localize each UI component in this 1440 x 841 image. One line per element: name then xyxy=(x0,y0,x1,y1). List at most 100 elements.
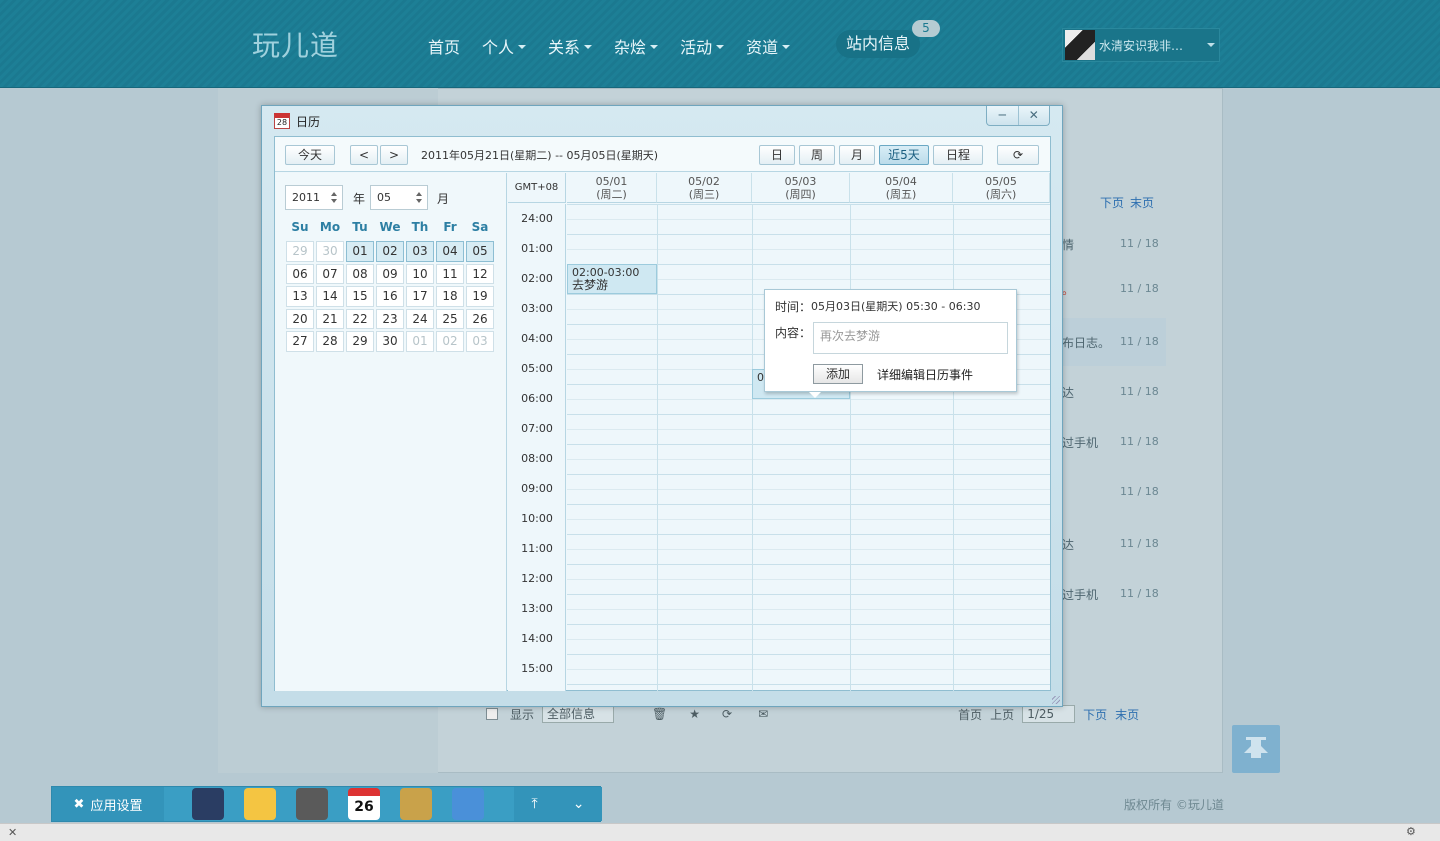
month-select[interactable]: 05 xyxy=(370,185,428,210)
mail-icon[interactable]: ✉ xyxy=(758,707,768,721)
view-button-4[interactable]: 日程 xyxy=(933,145,983,165)
last-page-link-top[interactable]: 末页 xyxy=(1130,194,1154,211)
mini-calendar-day[interactable]: 30 xyxy=(376,331,404,352)
app-settings-button[interactable]: ✖ 应用设置 xyxy=(52,787,164,821)
mini-calendar-day[interactable]: 19 xyxy=(466,286,494,307)
column-divider xyxy=(953,204,954,691)
mini-calendar-day[interactable]: 15 xyxy=(346,286,374,307)
user-menu[interactable]: 水清安识我非… xyxy=(1062,28,1220,62)
add-event-button[interactable]: 添加 xyxy=(813,364,863,384)
column-date: 05/03 xyxy=(784,175,817,188)
mini-calendar-day[interactable]: 17 xyxy=(406,286,434,307)
refresh-icon[interactable]: ⟳ xyxy=(997,145,1039,165)
nav-item-messages[interactable]: 站内信息 xyxy=(836,30,921,58)
last-page-link[interactable]: 末页 xyxy=(1115,706,1139,723)
dock-top-icon[interactable]: ⤒ xyxy=(532,796,538,812)
close-status-icon[interactable]: ✕ xyxy=(8,826,17,839)
mini-calendar-day[interactable]: 18 xyxy=(436,286,464,307)
mini-calendar-day[interactable]: 03 xyxy=(406,241,434,262)
first-page-link[interactable]: 首页 xyxy=(958,706,982,723)
nav-item-label: 个人 xyxy=(482,38,515,57)
mini-calendar-day[interactable]: 02 xyxy=(376,241,404,262)
mini-calendar-day[interactable]: 01 xyxy=(346,241,374,262)
site-logo[interactable]: 玩儿道 xyxy=(252,24,339,64)
mini-calendar-day[interactable]: 20 xyxy=(286,308,314,330)
mini-calendar-day[interactable]: 11 xyxy=(436,263,464,285)
year-select[interactable]: 2011 xyxy=(285,185,343,210)
mini-calendar-day[interactable]: 06 xyxy=(286,263,314,285)
time-grid[interactable]: 02:00-03:00去梦游05:30-06:30 xyxy=(567,204,1050,691)
mini-calendar-day[interactable]: 09 xyxy=(376,263,404,285)
mini-calendar-day[interactable]: 07 xyxy=(316,263,344,285)
mini-calendar-day[interactable]: 04 xyxy=(436,241,464,262)
nav-item-3[interactable]: 杂烩 xyxy=(614,34,659,58)
mini-calendar-day[interactable]: 01 xyxy=(406,331,434,352)
dialog-titlebar[interactable]: 28 日历 xyxy=(274,110,320,132)
prev-page-link[interactable]: 上页 xyxy=(990,706,1014,723)
widgets-app-icon[interactable] xyxy=(296,788,328,820)
day-column-header[interactable]: 05/05 (周六) xyxy=(953,173,1050,203)
mini-calendar-day[interactable]: 10 xyxy=(406,263,434,285)
prev-range-button[interactable]: < xyxy=(350,145,378,165)
mini-calendar-day[interactable]: 24 xyxy=(406,308,434,330)
select-all-checkbox[interactable] xyxy=(486,708,498,720)
minimize-button[interactable]: ─ xyxy=(987,106,1018,125)
chevron-down-icon xyxy=(650,45,659,49)
refresh-icon[interactable]: ⟳ xyxy=(722,707,732,721)
next-page-link[interactable]: 下页 xyxy=(1083,706,1107,723)
day-column-header[interactable]: 05/01 (周二) xyxy=(567,173,657,203)
nav-item-1[interactable]: 个人 xyxy=(482,34,527,58)
calendar-event[interactable]: 02:00-03:00 去梦游 xyxy=(567,264,657,294)
mini-calendar-day[interactable]: 23 xyxy=(376,308,404,330)
chevron-down-icon xyxy=(518,45,527,49)
nav-item-4[interactable]: 活动 xyxy=(680,34,725,58)
mini-calendar-day[interactable]: 03 xyxy=(466,331,494,352)
close-button[interactable]: ✕ xyxy=(1017,106,1050,125)
photos-app-icon[interactable] xyxy=(452,788,484,820)
event-content-input[interactable]: 再次去梦游 xyxy=(813,322,1008,354)
mini-calendar-day[interactable]: 05 xyxy=(466,241,494,262)
next-range-button[interactable]: > xyxy=(380,145,408,165)
mini-calendar-day[interactable]: 13 xyxy=(286,286,314,307)
hour-label: 05:00 xyxy=(521,362,553,375)
mini-calendar-day[interactable]: 12 xyxy=(466,263,494,285)
mini-calendar-day[interactable]: 29 xyxy=(286,241,314,262)
mini-calendar-day[interactable]: 28 xyxy=(316,331,344,352)
mini-calendar-day[interactable]: 08 xyxy=(346,263,374,285)
next-page-link-top[interactable]: 下页 xyxy=(1100,194,1124,211)
mini-calendar-day[interactable]: 29 xyxy=(346,331,374,352)
detail-edit-link[interactable]: 详细编辑日历事件 xyxy=(877,366,973,383)
mini-calendar-day[interactable]: 26 xyxy=(466,308,494,330)
calculator-app-icon[interactable] xyxy=(192,788,224,820)
mini-calendar-day[interactable]: 16 xyxy=(376,286,404,307)
page-select[interactable]: 1/25 xyxy=(1022,705,1076,723)
day-column-header[interactable]: 05/02 (周三) xyxy=(657,173,752,203)
filter-select[interactable]: 全部信息 xyxy=(542,705,615,723)
trash-icon[interactable]: 🗑 xyxy=(652,707,667,721)
mini-calendar-day[interactable]: 14 xyxy=(316,286,344,307)
mini-calendar-day[interactable]: 02 xyxy=(436,331,464,352)
mini-calendar-day[interactable]: 22 xyxy=(346,308,374,330)
hour-label: 14:00 xyxy=(521,632,553,645)
nav-item-5[interactable]: 资道 xyxy=(746,34,791,58)
today-button[interactable]: 今天 xyxy=(285,145,335,165)
notes-app-icon[interactable] xyxy=(400,788,432,820)
day-column-header[interactable]: 05/04 (周五) xyxy=(850,173,953,203)
resize-handle[interactable] xyxy=(1052,696,1060,704)
view-button-2[interactable]: 月 xyxy=(839,145,875,165)
column-weekday: (周四) xyxy=(785,188,816,201)
view-button-3[interactable]: 近5天 xyxy=(879,145,929,165)
mini-calendar-day[interactable]: 30 xyxy=(316,241,344,262)
dock-collapse-icon[interactable]: ⌄ xyxy=(573,796,585,812)
nav-item-0[interactable]: 首页 xyxy=(428,34,460,58)
mini-calendar-day[interactable]: 25 xyxy=(436,308,464,330)
day-column-header[interactable]: 05/03 (周四) xyxy=(752,173,850,203)
star-icon[interactable]: ★ xyxy=(689,707,700,721)
nav-item-2[interactable]: 关系 xyxy=(548,34,593,58)
weather-app-icon[interactable] xyxy=(244,788,276,820)
view-button-0[interactable]: 日 xyxy=(759,145,795,165)
calendar-app-icon[interactable]: 26 xyxy=(348,788,380,820)
view-button-1[interactable]: 周 xyxy=(799,145,835,165)
mini-calendar-day[interactable]: 21 xyxy=(316,308,344,330)
mini-calendar-day[interactable]: 27 xyxy=(286,331,314,352)
